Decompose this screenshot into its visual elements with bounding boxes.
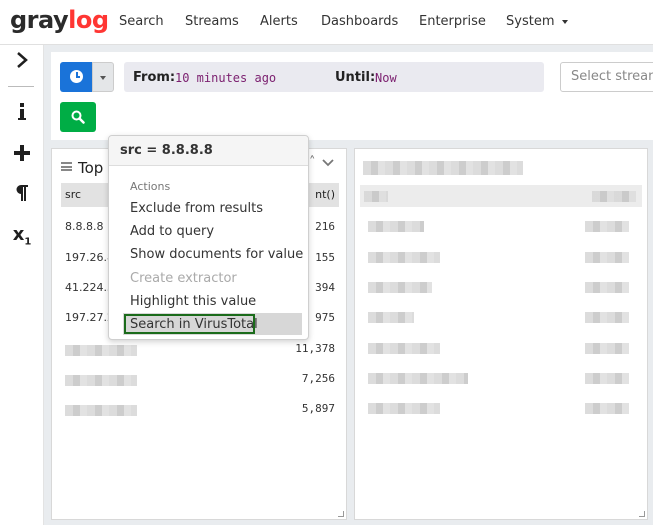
action-exclude-from-results[interactable]: Exclude from results xyxy=(130,201,263,216)
cell-src[interactable]: 41.224.3 xyxy=(65,281,114,294)
search-submit-button[interactable] xyxy=(60,102,96,132)
from-value: 10 minutes ago xyxy=(175,71,277,85)
sidebar-divider xyxy=(8,86,34,87)
redacted-value xyxy=(65,405,137,416)
nav-dashboards[interactable]: Dashboards xyxy=(321,14,398,29)
left-sidebar: x1 xyxy=(0,45,44,525)
redacted-value xyxy=(585,252,629,263)
popover-header: src = 8.8.8.8 xyxy=(109,136,308,166)
cell-count: 155 xyxy=(315,251,335,264)
drag-handle-icon[interactable] xyxy=(61,162,72,171)
search-bar: From: 10 minutes ago Until: Now Select s… xyxy=(51,52,653,140)
nav-enterprise[interactable]: Enterprise xyxy=(419,14,486,29)
cell-count: 11,378 xyxy=(295,342,335,355)
time-range-display[interactable]: From: 10 minutes ago Until: Now xyxy=(124,62,544,92)
redacted-value xyxy=(585,373,629,384)
time-range-dropdown-toggle[interactable] xyxy=(92,62,114,92)
cell-count: 975 xyxy=(315,311,335,324)
redacted-value xyxy=(585,282,629,293)
redacted-value xyxy=(585,343,629,354)
info-icon[interactable] xyxy=(0,103,44,125)
subscript-x-letter: x xyxy=(12,224,25,245)
resize-handle[interactable] xyxy=(639,511,645,517)
redacted-value xyxy=(368,373,468,384)
top-navbar: graylog Search Streams Alerts Dashboards… xyxy=(0,0,653,45)
redacted-value xyxy=(368,403,440,414)
chevron-down-icon[interactable] xyxy=(322,157,334,172)
redacted-value xyxy=(585,221,629,232)
caret-down-icon xyxy=(561,19,568,24)
resize-handle[interactable] xyxy=(338,511,344,517)
table-row[interactable]: 5,897 xyxy=(65,402,335,420)
table-row[interactable]: 7,256 xyxy=(65,372,335,390)
time-range-button[interactable] xyxy=(60,62,92,92)
from-label: From: xyxy=(133,70,176,85)
redacted-value xyxy=(368,221,424,232)
redacted-value xyxy=(368,312,414,323)
redacted-value xyxy=(592,191,636,202)
nav-alerts[interactable]: Alerts xyxy=(260,14,298,29)
until-label: Until: xyxy=(335,70,376,85)
subscript-x-index: 1 xyxy=(24,236,32,248)
redacted-value xyxy=(585,312,629,323)
cell-src[interactable]: 8.8.8.8 xyxy=(65,220,103,233)
chevron-up-icon[interactable]: ˄ xyxy=(309,155,316,170)
value-actions-popover: src = 8.8.8.8 Actions Exclude from resul… xyxy=(108,135,309,340)
action-search-virustotal[interactable]: Search in VirusTotal xyxy=(130,317,258,332)
action-create-extractor: Create extractor xyxy=(130,271,237,286)
clock-icon xyxy=(70,70,83,83)
redacted-value xyxy=(368,252,440,263)
stream-select[interactable]: Select stream xyxy=(560,62,653,92)
table-row[interactable]: 11,378 xyxy=(65,342,335,360)
chevron-right-icon[interactable] xyxy=(0,51,44,73)
graylog-logo[interactable]: graylog xyxy=(10,6,109,34)
action-add-to-query[interactable]: Add to query xyxy=(130,224,214,239)
action-show-documents[interactable]: Show documents for value xyxy=(130,247,303,262)
widget-right-panel xyxy=(354,148,648,520)
nav-system[interactable]: System xyxy=(506,14,568,29)
plus-icon[interactable] xyxy=(0,144,44,166)
nav-system-label: System xyxy=(506,14,555,29)
redacted-value xyxy=(65,375,137,386)
cell-count: 216 xyxy=(315,220,335,233)
redacted-value xyxy=(65,345,137,356)
redacted-value xyxy=(368,282,432,293)
subscript-x-icon[interactable]: x1 xyxy=(0,224,44,248)
column-header-src[interactable]: src xyxy=(65,188,81,201)
cell-src[interactable]: 197.27.2 xyxy=(65,311,114,324)
nav-search[interactable]: Search xyxy=(119,14,164,29)
redacted-value xyxy=(368,343,440,354)
caret-down-icon xyxy=(100,76,106,80)
redacted-table-header xyxy=(360,185,642,207)
column-header-count[interactable]: nt() xyxy=(315,188,335,201)
logo-text-accent: log xyxy=(68,6,109,34)
actions-section-label: Actions xyxy=(130,180,171,193)
nav-streams[interactable]: Streams xyxy=(185,14,239,29)
logo-text-main: gray xyxy=(10,6,69,34)
search-icon xyxy=(71,110,85,124)
cell-count: 5,897 xyxy=(301,402,335,415)
popover-title: src = 8.8.8.8 xyxy=(120,143,213,158)
action-highlight-value[interactable]: Highlight this value xyxy=(130,294,256,309)
cell-count: 7,256 xyxy=(301,372,335,385)
cell-src[interactable]: 197.26.8 xyxy=(65,251,114,264)
redacted-title xyxy=(363,161,523,175)
redacted-value xyxy=(585,403,629,414)
paragraph-icon[interactable] xyxy=(0,184,44,206)
until-value: Now xyxy=(375,71,397,85)
cell-count: 394 xyxy=(315,281,335,294)
redacted-value xyxy=(364,191,388,202)
